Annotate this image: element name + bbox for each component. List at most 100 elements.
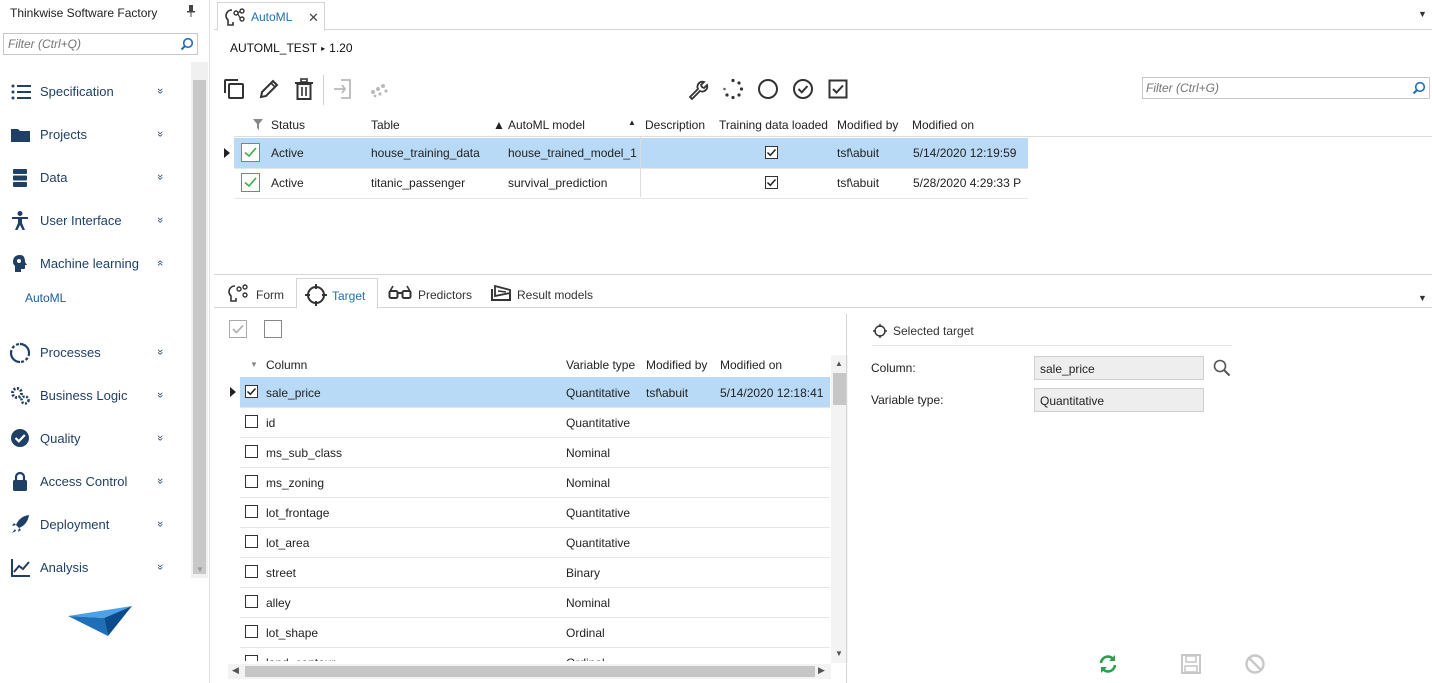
search-icon[interactable] (1412, 81, 1426, 95)
status-empty-button[interactable] (756, 77, 780, 101)
tab-result-models[interactable]: Result models (482, 278, 597, 309)
nav-item-business-logic[interactable]: Business Logic » (0, 381, 190, 409)
nav-item-machine-learning[interactable]: Machine learning « (0, 249, 190, 277)
column-header-modified-on[interactable]: Modified on (912, 118, 974, 132)
import-button[interactable] (331, 77, 355, 101)
select-all-checkbox[interactable] (229, 320, 247, 338)
row-checkbox[interactable] (245, 475, 258, 488)
filter-funnel-icon[interactable] (253, 119, 263, 130)
scroll-left-arrow[interactable]: ◀ (232, 665, 239, 676)
row-checkbox[interactable] (245, 415, 258, 428)
table-row[interactable]: Active titanic_passenger survival_predic… (234, 168, 1028, 198)
refresh-button[interactable] (1097, 653, 1119, 678)
table-row[interactable]: sale_price Quantitative tsf\abuit 5/14/2020… (240, 377, 830, 407)
scrollbar-thumb[interactable] (833, 373, 846, 405)
close-icon[interactable]: ✕ (308, 10, 319, 26)
table-row[interactable]: street Binary (240, 557, 830, 587)
activate-button[interactable] (791, 77, 815, 101)
process-button[interactable] (721, 77, 745, 101)
table-row[interactable]: alley Nominal (240, 587, 830, 617)
table-row[interactable]: lot_frontage Quantitative (240, 497, 830, 527)
sidebar-scrollbar[interactable]: ▼ (191, 62, 208, 578)
table-row[interactable]: lot_area Quantitative (240, 527, 830, 557)
nav-item-quality[interactable]: Quality » (0, 424, 190, 452)
cancel-button[interactable] (1244, 653, 1266, 678)
table-row[interactable]: Active house_training_data house_trained… (234, 138, 1028, 168)
row-checkbox[interactable] (245, 535, 258, 548)
form-divider[interactable] (846, 314, 847, 683)
scroll-up-arrow[interactable]: ▲ (835, 359, 843, 368)
nav-subitem-automl[interactable]: AutoML (25, 291, 66, 305)
horizontal-scrollbar[interactable]: ◀ ▶ (228, 664, 831, 679)
column-header-modified-by[interactable]: Modified by (646, 358, 707, 372)
column-header-automl-model[interactable]: AutoML model (508, 118, 585, 132)
tab-predictors[interactable]: Predictors (380, 278, 475, 309)
nav-label: Access Control (40, 473, 128, 489)
column-header-description[interactable]: Description (645, 118, 705, 132)
panel-splitter[interactable] (214, 274, 1432, 275)
column-field[interactable]: sale_price (1034, 356, 1204, 380)
tab-form[interactable]: Form (220, 278, 295, 309)
variable-type-field[interactable]: Quantitative (1034, 388, 1204, 412)
cell-column: street (266, 566, 297, 580)
column-header-status[interactable]: Status (271, 118, 305, 132)
nav-label: User Interface (40, 212, 122, 228)
settings-button[interactable] (686, 77, 710, 101)
breadcrumb-project[interactable]: AUTOML_TEST (230, 41, 317, 55)
save-button[interactable] (1180, 653, 1202, 678)
nav-item-access-control[interactable]: Access Control » (0, 467, 190, 495)
row-checkbox[interactable] (245, 625, 258, 638)
lock-icon (13, 471, 27, 491)
cluster-button[interactable] (367, 77, 391, 101)
scrollbar-thumb[interactable] (193, 80, 206, 574)
nav-item-deployment[interactable]: Deployment » (0, 510, 190, 538)
table-row[interactable]: lot_shape Ordinal (240, 617, 830, 647)
column-header-training-data-loaded[interactable]: Training data loaded (719, 118, 828, 132)
nav-item-analysis[interactable]: Analysis » (0, 553, 190, 581)
nav-item-data[interactable]: Data » (0, 163, 190, 191)
search-icon[interactable] (1213, 359, 1231, 377)
tabs-dropdown-icon[interactable]: ▼ (1418, 293, 1427, 303)
nav-item-projects[interactable]: Projects » (0, 120, 190, 148)
edit-button[interactable] (257, 77, 281, 101)
form-group-line (872, 345, 1232, 346)
nav-item-processes[interactable]: Processes » (0, 338, 190, 366)
row-checkbox[interactable] (245, 595, 258, 608)
column-header-table[interactable]: Table (371, 118, 400, 132)
scroll-down-arrow[interactable]: ▼ (196, 565, 204, 574)
load-data-button[interactable] (826, 77, 850, 101)
breadcrumb-version[interactable]: 1.20 (329, 41, 352, 55)
column-header-modified-on[interactable]: Modified on (720, 358, 782, 372)
column-header-modified-by[interactable]: Modified by (837, 118, 898, 132)
pin-icon[interactable] (186, 5, 196, 17)
copy-button[interactable] (222, 77, 246, 101)
column-header-variable-type[interactable]: Variable type (566, 358, 635, 372)
training-loaded-checkbox[interactable] (765, 146, 778, 159)
row-checkbox[interactable] (245, 445, 258, 458)
table-row[interactable]: id Quantitative (240, 407, 830, 437)
table-row[interactable]: land_contour Ordinal (240, 647, 830, 661)
deselect-all-checkbox[interactable] (264, 320, 282, 338)
nav-item-specification[interactable]: Specification » (0, 77, 190, 105)
tab-automl[interactable]: AutoML ✕ (217, 2, 325, 31)
list-icon (11, 84, 31, 100)
tab-target[interactable]: Target (296, 278, 378, 309)
nav-item-user-interface[interactable]: User Interface » (0, 206, 190, 234)
column-header-column[interactable]: Column (266, 358, 307, 372)
row-checkbox[interactable] (245, 565, 258, 578)
scroll-down-arrow[interactable]: ▼ (835, 649, 843, 658)
navigation-filter-input[interactable] (4, 34, 174, 54)
delete-button[interactable] (292, 77, 316, 101)
row-checkbox[interactable] (245, 655, 258, 661)
grid-filter-input[interactable] (1143, 78, 1403, 98)
scroll-right-arrow[interactable]: ▶ (818, 665, 825, 676)
training-loaded-checkbox[interactable] (765, 176, 778, 189)
row-checkbox[interactable] (245, 505, 258, 518)
row-checkbox[interactable] (245, 385, 258, 398)
search-icon[interactable] (180, 37, 194, 51)
scrollbar-thumb[interactable] (245, 666, 815, 677)
table-row[interactable]: ms_sub_class Nominal (240, 437, 830, 467)
database-icon (13, 169, 27, 187)
table-row[interactable]: ms_zoning Nominal (240, 467, 830, 497)
tabs-dropdown-icon[interactable]: ▼ (1418, 9, 1427, 19)
